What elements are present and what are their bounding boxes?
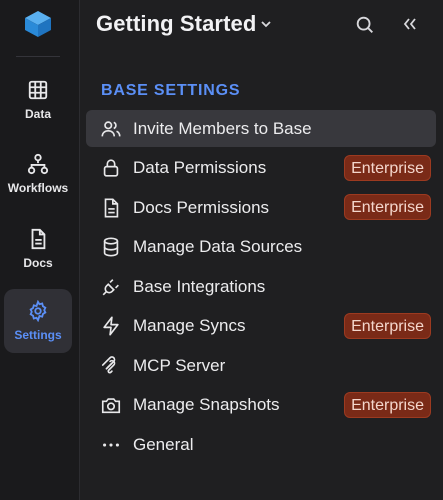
rail-item-data[interactable]: Data [4, 68, 72, 132]
menu-item-mcp-server[interactable]: MCP Server [86, 347, 436, 384]
menu-item-label: Manage Syncs [133, 316, 246, 335]
left-rail: Data Workflows Docs Settings [0, 0, 80, 500]
enterprise-badge: Enterprise [344, 312, 431, 339]
menu-item-invite-members[interactable]: Invite Members to Base [86, 110, 436, 147]
rail-divider [16, 56, 60, 57]
settings-menu: Invite Members to Base Data Permissions … [86, 110, 436, 466]
mcp-icon [101, 355, 116, 373]
search-icon[interactable] [354, 14, 376, 36]
section-title: BASE SETTINGS [101, 82, 241, 99]
rail-item-label: Data [24, 107, 51, 121]
menu-item-label: Manage Data Sources [133, 237, 303, 256]
menu-item-manage-data-sources[interactable]: Manage Data Sources [86, 229, 436, 266]
menu-item-data-permissions[interactable]: Data Permissions Enterprise [86, 150, 436, 187]
panel-header: Getting Started [80, 0, 443, 50]
enterprise-badge: Enterprise [344, 194, 431, 220]
menu-item-general[interactable]: General [86, 426, 436, 463]
database-icon [103, 237, 119, 257]
app-logo-icon[interactable] [22, 8, 54, 40]
menu-item-base-integrations[interactable]: Base Integrations [86, 268, 436, 305]
menu-item-label: General [133, 434, 194, 454]
menu-item-label: Manage Snapshots [133, 395, 280, 414]
menu-item-label: Docs Permissions [133, 197, 270, 217]
menu-item-label: Base Integrations [133, 276, 266, 296]
collapse-sidebar-icon[interactable] [400, 14, 420, 34]
document-icon [104, 197, 119, 218]
settings-panel: Getting Started BASE SETTINGS Invite Mem… [80, 0, 443, 500]
gear-icon [29, 300, 47, 322]
camera-icon [101, 398, 121, 414]
more-icon [103, 442, 119, 447]
menu-item-label: Invite Members to Base [133, 118, 312, 138]
rail-item-label: Docs [23, 256, 53, 270]
document-icon [31, 228, 46, 250]
page-title[interactable]: Getting Started [96, 11, 256, 37]
rail-item-label: Workflows [7, 181, 69, 195]
lightning-icon [103, 316, 119, 336]
menu-item-docs-permissions[interactable]: Docs Permissions Enterprise [86, 189, 436, 226]
menu-item-label: Data Permissions [133, 158, 267, 177]
rail-item-settings[interactable]: Settings [4, 289, 72, 353]
rail-item-docs[interactable]: Docs [4, 217, 72, 281]
chevron-down-icon[interactable] [259, 17, 273, 31]
lock-icon [103, 159, 119, 177]
users-icon [101, 120, 121, 136]
rail-item-label: Settings [14, 328, 62, 342]
menu-item-label: MCP Server [133, 355, 226, 375]
rail-item-workflows[interactable]: Workflows [4, 142, 72, 206]
menu-item-manage-snapshots[interactable]: Manage Snapshots Enterprise [86, 387, 436, 424]
table-icon [28, 80, 48, 100]
enterprise-badge: Enterprise [344, 154, 431, 181]
workflow-icon [27, 153, 49, 175]
menu-item-manage-syncs[interactable]: Manage Syncs Enterprise [86, 308, 436, 345]
plug-icon [102, 278, 119, 295]
enterprise-badge: Enterprise [344, 391, 431, 418]
